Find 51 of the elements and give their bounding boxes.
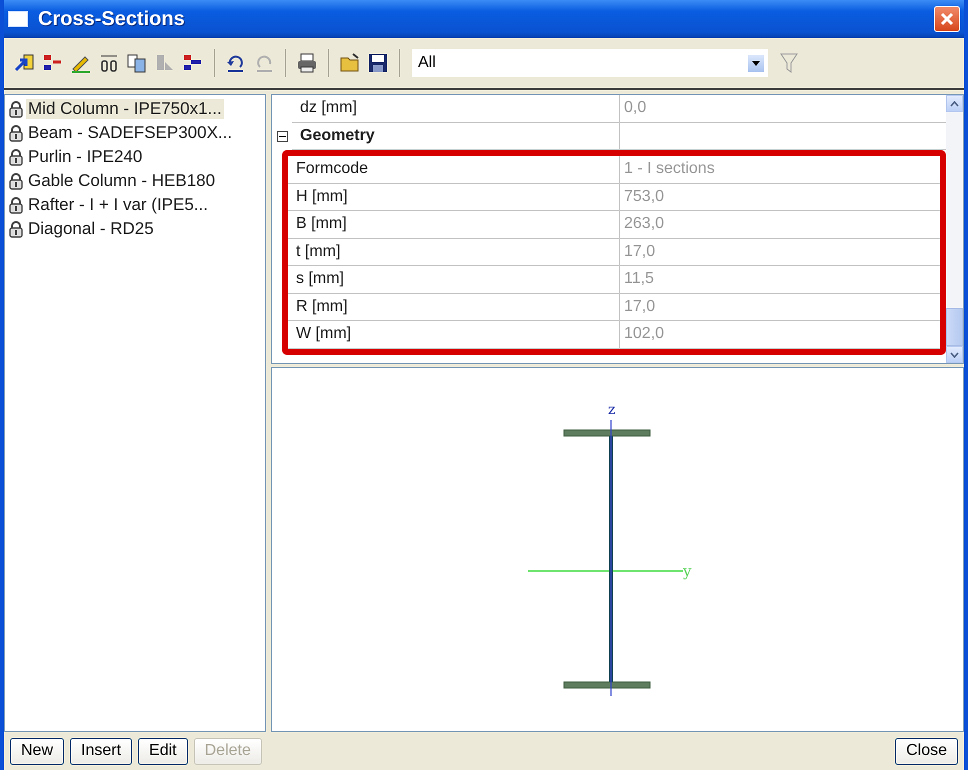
scrollbar[interactable] [946, 95, 963, 363]
property-value: 17,0 [620, 294, 940, 321]
section-item[interactable]: Beam - SADEFSEP300X... [26, 123, 234, 143]
lock-icon [9, 124, 23, 142]
property-label: H [mm] [288, 184, 620, 211]
action-button[interactable]: Edit [138, 738, 188, 764]
section-item[interactable]: Gable Column - HEB180 [26, 171, 218, 191]
close-button[interactable]: Close [895, 738, 958, 764]
group-label: Geometry [292, 122, 620, 150]
property-value: 102,0 [620, 321, 940, 348]
property-label: s [mm] [288, 266, 620, 294]
copy-icon [126, 52, 148, 74]
lock-icon [9, 100, 23, 118]
window-icon [8, 11, 28, 27]
property-value: 263,0 [620, 211, 940, 238]
lock-icon [9, 220, 23, 238]
scroll-thumb[interactable] [946, 308, 963, 346]
folder-icon [339, 52, 361, 74]
section-item[interactable]: Purlin - IPE240 [26, 147, 144, 167]
property-label: W [mm] [288, 321, 620, 348]
action-button[interactable]: Insert [70, 738, 132, 764]
property-label: B [mm] [288, 211, 620, 238]
axis-label: z [608, 402, 615, 418]
section-item[interactable]: Mid Column - IPE750x1... [26, 99, 224, 119]
property-label: R [mm] [288, 294, 620, 321]
property-label: dz [mm] [292, 95, 620, 122]
action-button[interactable]: New [10, 738, 64, 764]
property-label: Formcode [288, 156, 620, 184]
floppy-icon [367, 52, 389, 74]
property-value: 1 - I sections [620, 156, 940, 184]
lock-icon [9, 196, 23, 214]
caret-icon [752, 60, 760, 66]
arrow-icon [14, 52, 36, 74]
property-value: 17,0 [620, 238, 940, 266]
lock-icon [9, 148, 23, 166]
scroll-down-icon[interactable] [950, 352, 959, 358]
printer-icon [296, 52, 318, 74]
scroll-up-icon[interactable] [950, 100, 959, 106]
dropdown-button[interactable] [748, 54, 764, 72]
section-item[interactable]: Diagonal - RD25 [26, 219, 156, 239]
lock-icon [9, 172, 23, 190]
window-title: Cross-Sections [38, 8, 185, 30]
section-item[interactable]: Rafter - I + I var (IPE5... [26, 195, 210, 215]
collapse-icon[interactable] [276, 130, 288, 142]
property-value: 753,0 [620, 184, 940, 211]
property-label: t [mm] [288, 238, 620, 266]
axis-label: y [682, 562, 691, 580]
close-icon[interactable] [934, 6, 960, 32]
property-value: 11,5 [620, 266, 940, 294]
property-value: 0,0 [620, 95, 946, 122]
filter-dropdown[interactable]: All [412, 49, 768, 77]
